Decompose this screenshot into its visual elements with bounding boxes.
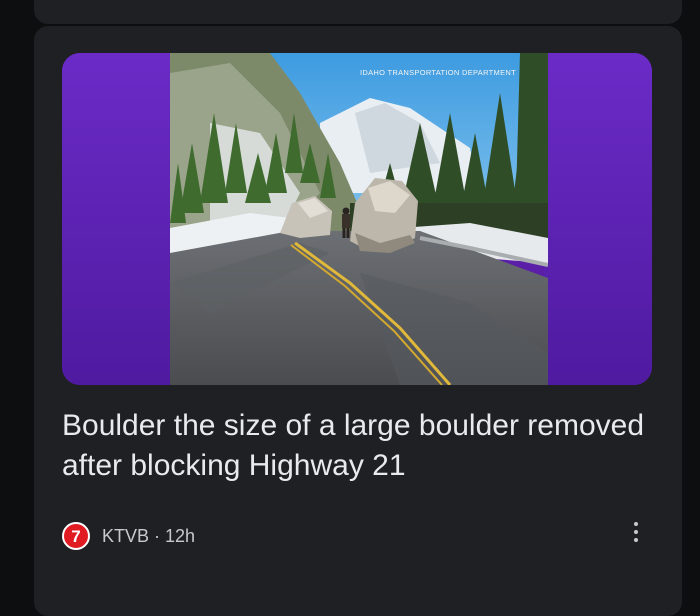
media-frame-left [62,53,170,385]
more-vert-icon [634,522,638,526]
more-options-button[interactable] [620,514,652,550]
source-meta: KTVB · 12h [102,526,195,547]
media-frame-right [544,53,652,385]
source-logo-text: 7 [71,526,81,546]
ktvb-logo-icon: 7 [62,522,90,550]
previous-card[interactable] [34,0,682,24]
article-source-row: 7 KTVB · 12h [62,521,195,551]
boulder-highway-photo: IDAHO TRANSPORTATION DEPARTMENT [170,53,548,385]
source-name[interactable]: KTVB [102,526,149,547]
image-watermark: IDAHO TRANSPORTATION DEPARTMENT [360,68,516,77]
article-age: 12h [165,525,196,546]
article-headline[interactable]: Boulder the size of a large boulder remo… [62,406,662,486]
meta-separator: · [154,525,161,546]
article-image[interactable]: IDAHO TRANSPORTATION DEPARTMENT [62,53,652,385]
